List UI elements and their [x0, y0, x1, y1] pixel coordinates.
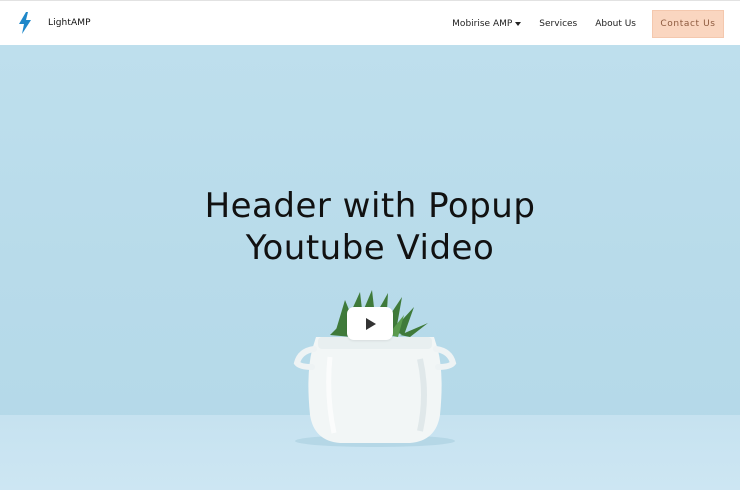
contact-us-button[interactable]: Contact Us — [652, 9, 724, 38]
nav-item-label: Services — [539, 18, 578, 29]
play-video-button[interactable] — [347, 307, 393, 340]
nav-item-about-us[interactable]: About Us — [595, 19, 636, 29]
nav-item-label: About Us — [595, 18, 636, 29]
hero-title: Header with Popup Youtube Video — [0, 185, 740, 269]
hero-title-line-2: Youtube Video — [245, 228, 495, 268]
play-icon — [366, 317, 376, 330]
hero-title-line-1: Header with Popup — [204, 186, 536, 226]
brand[interactable]: LightAMP — [18, 12, 91, 34]
navbar: LightAMP Mobirise AMP Services About Us … — [0, 0, 740, 45]
lightning-bolt-icon — [19, 12, 31, 34]
nav-menu: Mobirise AMP Services About Us Contact U… — [452, 1, 724, 46]
caret-down-icon — [515, 21, 522, 26]
hero-section: Header with Popup Youtube Video — [0, 45, 740, 490]
brand-name[interactable]: LightAMP — [48, 18, 91, 28]
nav-item-services[interactable]: Services — [539, 19, 577, 29]
nav-item-mobirise-amp[interactable]: Mobirise AMP — [452, 18, 522, 29]
nav-item-label: Mobirise AMP — [452, 18, 513, 29]
